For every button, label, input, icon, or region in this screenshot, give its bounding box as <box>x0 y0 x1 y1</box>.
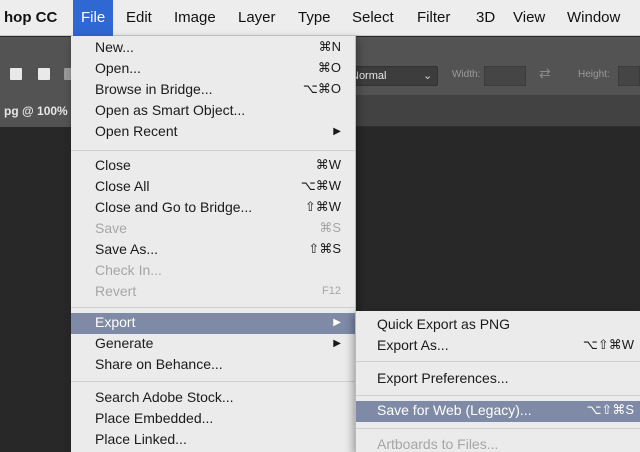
menu-type[interactable]: Type <box>290 0 339 36</box>
menu-item-artboards-to-files: Artboards to Files... <box>356 435 640 452</box>
menu-item-revert: Revert F12 <box>71 282 355 303</box>
width-field[interactable] <box>484 66 526 86</box>
menu-item-label: Place Linked... <box>95 431 187 447</box>
menu-item-browse-bridge[interactable]: Browse in Bridge... ⌥⌘O <box>71 80 355 101</box>
add-selection-icon[interactable] <box>38 68 50 80</box>
menu-separator <box>356 428 640 429</box>
menu-layer[interactable]: Layer <box>230 0 284 36</box>
submenu-arrow-icon: ▶ <box>333 126 341 137</box>
menu-item-check-in: Check In... <box>71 261 355 282</box>
menu-3d[interactable]: 3D <box>468 0 503 36</box>
shortcut-label: ⌥⌘W <box>300 178 341 193</box>
height-field[interactable] <box>618 66 640 86</box>
menu-item-label: Open as Smart Object... <box>95 102 246 118</box>
menu-item-save-for-web[interactable]: Save for Web (Legacy)... ⌥⇧⌘S <box>356 401 640 422</box>
menu-item-open-smart-object[interactable]: Open as Smart Object... <box>71 101 355 122</box>
menu-item-export-as[interactable]: Export As... ⌥⇧⌘W <box>356 336 640 357</box>
menu-item-label: Open... <box>95 60 141 76</box>
menu-item-close-go-bridge[interactable]: Close and Go to Bridge... ⇧⌘W <box>71 198 355 219</box>
menu-view[interactable]: View <box>505 0 553 36</box>
menu-item-label: Close <box>95 157 131 173</box>
menu-item-place-embedded[interactable]: Place Embedded... <box>71 409 355 430</box>
menu-item-place-linked[interactable]: Place Linked... <box>71 430 355 451</box>
shortcut-label: ⌘O <box>317 60 341 75</box>
menu-item-label: Export Preferences... <box>377 370 509 386</box>
menu-item-label: Share on Behance... <box>95 356 223 372</box>
menu-item-label: Generate <box>95 335 154 351</box>
shortcut-label: ⌘N <box>318 39 341 54</box>
menu-item-label: Open Recent <box>95 123 178 139</box>
menu-item-label: Quick Export as PNG <box>377 316 511 332</box>
menu-item-label: Export As... <box>377 337 449 353</box>
menu-item-label: Search Adobe Stock... <box>95 389 234 405</box>
menu-separator <box>356 395 640 396</box>
style-select[interactable]: Normal ⌄ <box>342 66 438 86</box>
shortcut-label: ⌘S <box>319 220 341 235</box>
export-submenu: Quick Export as PNG Export As... ⌥⇧⌘W Ex… <box>355 311 640 452</box>
menu-item-export[interactable]: Export ▶ <box>71 313 355 334</box>
menu-item-save: Save ⌘S <box>71 219 355 240</box>
style-select-value: Normal <box>351 70 387 82</box>
menu-item-new[interactable]: New... ⌘N <box>71 38 355 59</box>
menu-item-label: Save <box>95 220 127 236</box>
app-menu-photoshop[interactable]: hop CC <box>0 0 65 36</box>
menu-separator <box>71 150 355 151</box>
shortcut-label: ⌥⇧⌘S <box>586 402 634 417</box>
menu-bar: hop CC File Edit Image Layer Type Select… <box>0 0 640 36</box>
menu-item-open-recent[interactable]: Open Recent ▶ <box>71 122 355 143</box>
menu-separator <box>356 361 640 362</box>
menu-separator <box>71 381 355 382</box>
menu-image[interactable]: Image <box>166 0 224 36</box>
shortcut-label: F12 <box>322 285 341 297</box>
menu-item-label: New... <box>95 39 134 55</box>
file-menu: New... ⌘N Open... ⌘O Browse in Bridge...… <box>71 36 356 452</box>
menu-edit[interactable]: Edit <box>118 0 160 36</box>
menu-item-label: Close All <box>95 178 150 194</box>
shortcut-label: ⌥⇧⌘W <box>582 337 634 352</box>
menu-item-share-behance[interactable]: Share on Behance... <box>71 355 355 376</box>
submenu-arrow-icon: ▶ <box>333 317 341 328</box>
new-selection-icon[interactable] <box>10 68 22 80</box>
submenu-arrow-icon: ▶ <box>333 338 341 349</box>
width-label: Width: <box>452 69 481 80</box>
menu-item-generate[interactable]: Generate ▶ <box>71 334 355 355</box>
menu-filter[interactable]: Filter <box>409 0 458 36</box>
swap-icon[interactable]: ⇄ <box>539 65 551 82</box>
shortcut-label: ⌘W <box>315 157 341 172</box>
shortcut-label: ⇧⌘W <box>304 199 341 214</box>
chevron-down-icon: ⌄ <box>423 70 433 82</box>
menu-item-label: Save for Web (Legacy)... <box>377 402 532 418</box>
menu-item-label: Check In... <box>95 262 162 278</box>
menu-item-label: Close and Go to Bridge... <box>95 199 253 215</box>
shortcut-label: ⇧⌘S <box>308 241 341 256</box>
menu-separator <box>71 307 355 308</box>
menu-item-export-preferences[interactable]: Export Preferences... <box>356 369 640 390</box>
height-label: Height: <box>578 69 610 80</box>
shortcut-label: ⌥⌘O <box>302 81 341 96</box>
menu-item-label: Browse in Bridge... <box>95 81 213 97</box>
menu-item-label: Revert <box>95 283 137 299</box>
document-tab[interactable]: pg @ 100% <box>0 95 78 127</box>
menu-item-quick-export-png[interactable]: Quick Export as PNG <box>356 315 640 336</box>
menu-item-search-stock[interactable]: Search Adobe Stock... <box>71 388 355 409</box>
menu-window[interactable]: Window <box>559 0 628 36</box>
menu-item-label: Artboards to Files... <box>377 436 499 452</box>
menu-item-save-as[interactable]: Save As... ⇧⌘S <box>71 240 355 261</box>
menu-item-label: Save As... <box>95 241 159 257</box>
menu-file[interactable]: File <box>73 0 114 36</box>
menu-item-open[interactable]: Open... ⌘O <box>71 59 355 80</box>
menu-item-label: Place Embedded... <box>95 410 214 426</box>
menu-item-label: Export <box>95 314 136 330</box>
menu-select[interactable]: Select <box>344 0 402 36</box>
menu-item-close-all[interactable]: Close All ⌥⌘W <box>71 177 355 198</box>
menu-item-close[interactable]: Close ⌘W <box>71 156 355 177</box>
